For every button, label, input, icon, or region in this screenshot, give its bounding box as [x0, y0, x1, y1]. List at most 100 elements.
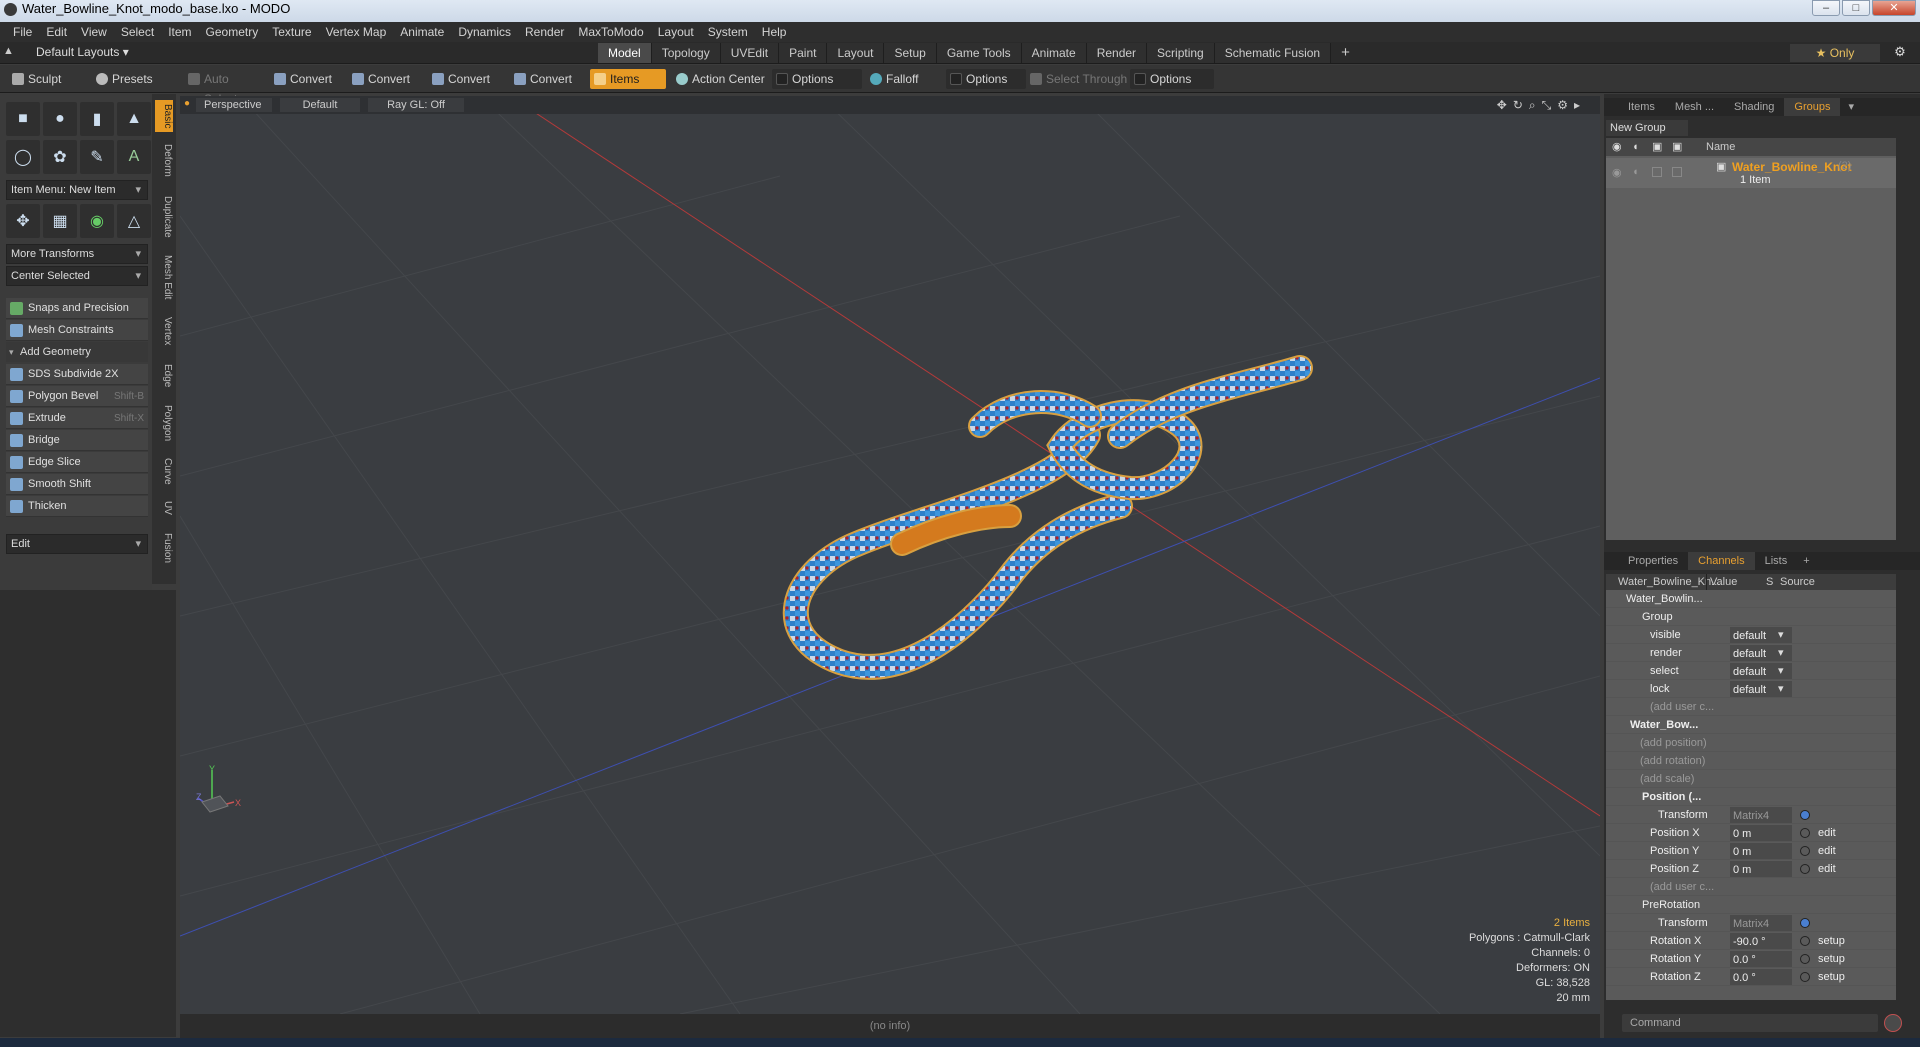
- menu-system[interactable]: System: [708, 25, 748, 39]
- channel-row[interactable]: Transform Matrix4: [1606, 914, 1896, 932]
- channel-row[interactable]: Water_Bow...: [1606, 716, 1896, 734]
- tab-mesh[interactable]: Mesh ...: [1665, 98, 1724, 116]
- menu-dynamics[interactable]: Dynamics: [458, 25, 511, 39]
- channel-row[interactable]: select default ▾: [1606, 662, 1896, 680]
- channel-row[interactable]: (add scale): [1606, 770, 1896, 788]
- vtab-fusion[interactable]: Fusion: [155, 530, 173, 566]
- 3d-viewport[interactable]: Y X Z ● Perspective Default Ray GL: Off …: [180, 96, 1600, 1014]
- smooth-shift-button[interactable]: Smooth Shift: [6, 474, 148, 495]
- channel-row[interactable]: (add rotation): [1606, 752, 1896, 770]
- channel-state-icon[interactable]: [1800, 954, 1810, 964]
- text-icon[interactable]: A: [117, 140, 151, 174]
- vtab-vertex[interactable]: Vertex: [155, 312, 173, 350]
- pen-icon[interactable]: ✎: [80, 140, 114, 174]
- tab-groups[interactable]: Groups: [1784, 98, 1841, 116]
- options-button-2[interactable]: Options: [946, 69, 1026, 89]
- channel-state-icon[interactable]: [1800, 810, 1810, 820]
- layout-menu-icon[interactable]: ▲: [3, 45, 14, 57]
- channel-row[interactable]: PreRotation: [1606, 896, 1896, 914]
- visibility-column-icon[interactable]: ◉: [1612, 138, 1622, 156]
- pyramid-icon[interactable]: △: [117, 204, 151, 238]
- menu-animate[interactable]: Animate: [400, 25, 444, 39]
- channel-value[interactable]: 0.0 °: [1730, 951, 1792, 967]
- options-button-1[interactable]: Options: [772, 69, 862, 89]
- falloff-button[interactable]: Falloff: [866, 69, 946, 89]
- vtab-curve[interactable]: Curve: [155, 454, 173, 488]
- channel-row[interactable]: Position Y 0 m edit: [1606, 842, 1896, 860]
- polygon-bevel-button[interactable]: Polygon Bevel Shift-B: [6, 386, 148, 407]
- select-through-button[interactable]: Select Through: [1026, 69, 1128, 89]
- channel-row[interactable]: Rotation X -90.0 ° setup: [1606, 932, 1896, 950]
- menu-maxtomodo[interactable]: MaxToModo: [578, 25, 643, 39]
- channel-value[interactable]: Matrix4: [1730, 807, 1792, 823]
- chevron-down-icon[interactable]: ▾: [1778, 644, 1784, 662]
- cube-icon[interactable]: ■: [6, 102, 40, 136]
- chevron-down-icon[interactable]: ▾: [1778, 662, 1784, 680]
- minimize-button[interactable]: –: [1812, 0, 1840, 16]
- menu-vertex-map[interactable]: Vertex Map: [326, 25, 387, 39]
- vtab-polygon[interactable]: Polygon: [155, 402, 173, 444]
- more-transforms-dropdown[interactable]: More Transforms: [6, 244, 148, 264]
- edit-dropdown[interactable]: Edit: [6, 534, 148, 554]
- tab-render[interactable]: Render: [1086, 43, 1148, 63]
- group-row[interactable]: ◉ ◖ ▣ Water_Bowline_Knot (2) 1 Item: [1606, 158, 1896, 188]
- channel-row[interactable]: Rotation Y 0.0 ° setup: [1606, 950, 1896, 968]
- menu-select[interactable]: Select: [121, 25, 154, 39]
- convert-materials-button[interactable]: Convert: [510, 69, 582, 89]
- center-selected-dropdown[interactable]: Center Selected: [6, 266, 148, 286]
- group-render-icon[interactable]: ◖: [1632, 166, 1639, 178]
- convert-vertices-button[interactable]: Convert: [270, 69, 342, 89]
- tab-topology[interactable]: Topology: [651, 43, 721, 63]
- options-button-3[interactable]: Options: [1130, 69, 1214, 89]
- tab-model[interactable]: Model: [598, 43, 652, 63]
- channel-value[interactable]: Matrix4: [1730, 915, 1792, 931]
- channel-row[interactable]: visible default ▾: [1606, 626, 1896, 644]
- channel-row[interactable]: (add user c...: [1606, 698, 1896, 716]
- cylinder-icon[interactable]: ▮: [80, 102, 114, 136]
- vtab-duplicate[interactable]: Duplicate: [155, 192, 173, 242]
- tab-lists[interactable]: Lists: [1755, 552, 1798, 570]
- view-type-dropdown[interactable]: Perspective: [196, 98, 272, 112]
- command-input[interactable]: Command: [1622, 1014, 1878, 1032]
- action-center-button[interactable]: Action Center: [672, 69, 766, 89]
- new-group-button[interactable]: New Group: [1606, 120, 1688, 136]
- transform-icon[interactable]: ✥: [6, 204, 40, 238]
- mesh-constraints-button[interactable]: Mesh Constraints: [6, 320, 148, 341]
- vtab-mesh-edit[interactable]: Mesh Edit: [155, 252, 173, 302]
- channel-state-icon[interactable]: [1800, 918, 1810, 928]
- tab-paint[interactable]: Paint: [779, 43, 828, 63]
- tab-items[interactable]: Items: [1618, 98, 1665, 116]
- thicken-button[interactable]: Thicken: [6, 496, 148, 517]
- channel-state-icon[interactable]: [1800, 828, 1810, 838]
- snaps-precision-button[interactable]: Snaps and Precision: [6, 298, 148, 319]
- default-layouts-dropdown[interactable]: Default Layouts ▾: [36, 45, 129, 59]
- tab-setup[interactable]: Setup: [884, 43, 937, 63]
- sphere-icon[interactable]: ●: [43, 102, 77, 136]
- command-run-icon[interactable]: [1884, 1014, 1902, 1032]
- select-column-icon[interactable]: ▣: [1672, 138, 1682, 156]
- vtab-edge[interactable]: Edge: [155, 360, 173, 392]
- chevron-down-icon[interactable]: ▾: [1778, 626, 1784, 644]
- menu-item[interactable]: Item: [168, 25, 191, 39]
- channel-value[interactable]: -90.0 °: [1730, 933, 1792, 949]
- menu-layout[interactable]: Layout: [658, 25, 694, 39]
- add-tab-icon[interactable]: +: [1331, 43, 1360, 63]
- channel-state-icon[interactable]: [1800, 936, 1810, 946]
- viewport-nav-icons[interactable]: ✥↻⌕⤡⚙▸: [1497, 98, 1586, 113]
- ray-gl-toggle[interactable]: Ray GL: Off: [368, 98, 464, 112]
- convert-polygons-button[interactable]: Convert: [428, 69, 500, 89]
- edge-slice-button[interactable]: Edge Slice: [6, 452, 148, 473]
- presets-button[interactable]: Presets F6: [92, 69, 174, 106]
- channel-row[interactable]: (add user c...: [1606, 878, 1896, 896]
- vtab-deform[interactable]: Deform: [155, 140, 173, 180]
- channel-state-icon[interactable]: [1800, 972, 1810, 982]
- cone-icon[interactable]: ▲: [117, 102, 151, 136]
- tab-properties[interactable]: Properties: [1618, 552, 1688, 570]
- auto-select-button[interactable]: Auto Select: [184, 69, 264, 106]
- globe-icon[interactable]: ◉: [80, 204, 114, 238]
- extrude-button[interactable]: Extrude Shift-X: [6, 408, 148, 429]
- channel-value[interactable]: 0 m: [1730, 861, 1792, 877]
- close-button[interactable]: ✕: [1872, 0, 1916, 16]
- convert-edges-button[interactable]: Convert: [348, 69, 420, 89]
- add-tab-icon[interactable]: +: [1803, 552, 1809, 570]
